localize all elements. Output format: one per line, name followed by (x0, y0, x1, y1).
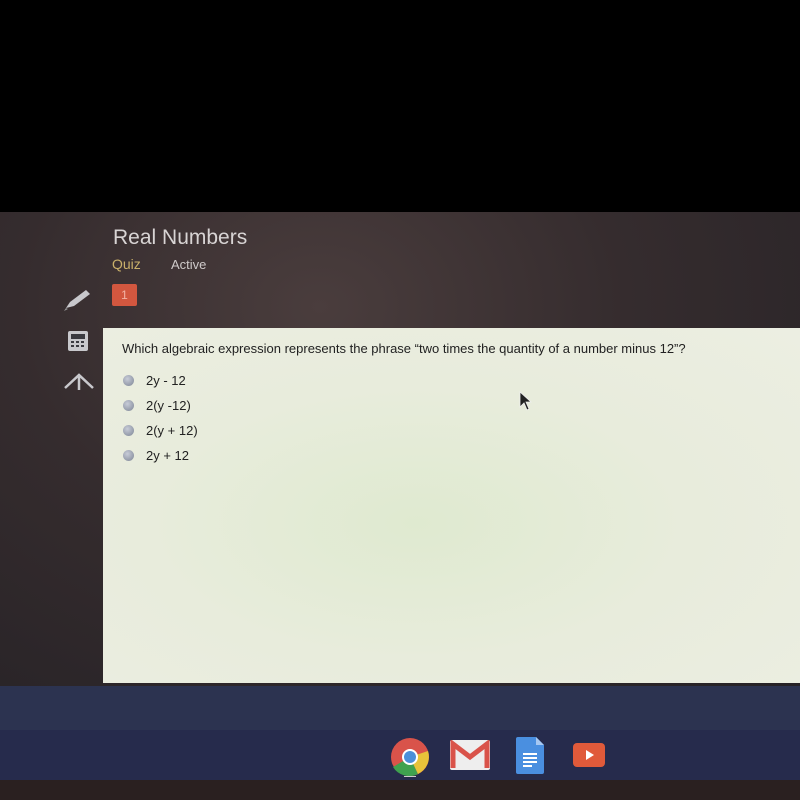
option-label: 2(y -12) (146, 398, 191, 413)
calculator-icon[interactable] (67, 330, 89, 352)
radio-button[interactable] (123, 450, 134, 461)
pencil-icon[interactable] (62, 288, 92, 312)
tab-quiz[interactable]: Quiz (112, 256, 141, 272)
youtube-icon[interactable] (573, 743, 605, 767)
quiz-app: Real Numbers Quiz Active 1 Which algebra… (0, 212, 800, 686)
docs-icon[interactable] (516, 737, 544, 774)
question-panel: Which algebraic expression represents th… (103, 328, 800, 683)
option-label: 2y - 12 (146, 373, 186, 388)
answer-option[interactable]: 2y - 12 (123, 373, 186, 388)
radio-button[interactable] (123, 425, 134, 436)
mouse-cursor-icon (519, 391, 533, 411)
chrome-icon[interactable] (390, 737, 430, 777)
answer-option[interactable]: 2(y -12) (123, 398, 191, 413)
screen-bezel (0, 780, 800, 800)
question-text: Which algebraic expression represents th… (122, 341, 686, 356)
radio-button[interactable] (123, 375, 134, 386)
desktop-background (0, 686, 800, 730)
tab-active[interactable]: Active (171, 257, 206, 272)
gmail-icon[interactable] (450, 740, 490, 770)
option-label: 2y + 12 (146, 448, 190, 463)
page-title: Real Numbers (113, 226, 248, 249)
radio-button[interactable] (123, 400, 134, 411)
answer-option[interactable]: 2y + 12 (123, 448, 189, 463)
option-label: 2(y + 12) (146, 423, 198, 438)
question-number-button[interactable]: 1 (112, 284, 137, 306)
arrow-up-icon[interactable] (62, 370, 96, 392)
answer-option[interactable]: 2(y + 12) (123, 423, 198, 438)
